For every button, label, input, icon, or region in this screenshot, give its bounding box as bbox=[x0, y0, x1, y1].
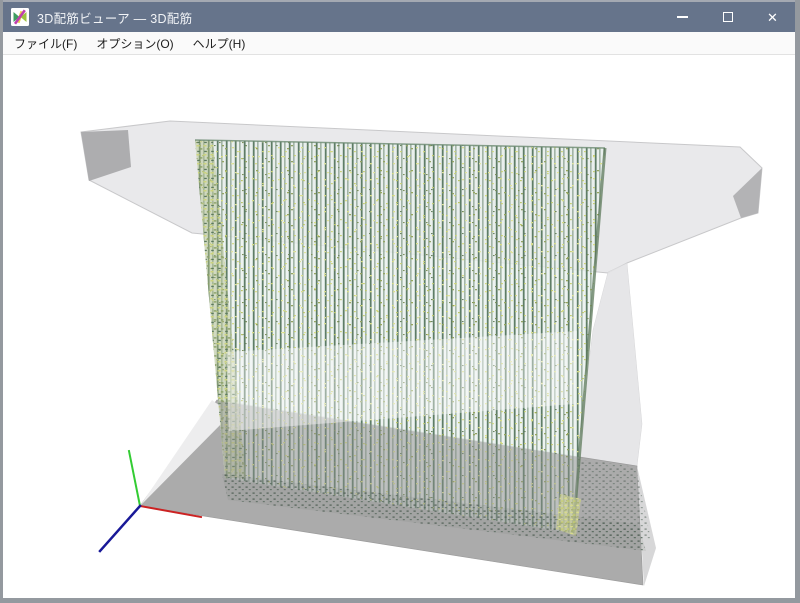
menu-bar: ファイル(F) オプション(O) ヘルプ(H) bbox=[3, 32, 795, 55]
window-title: 3D配筋ビューア — 3D配筋 bbox=[37, 11, 193, 26]
app-window: 3D配筋ビューア — 3D配筋 ✕ ファイル(F) オプション(O) ヘルプ(H… bbox=[0, 0, 800, 603]
pier-column-rebar-cage[interactable] bbox=[194, 139, 607, 534]
menu-item-file[interactable]: ファイル(F) bbox=[5, 32, 86, 55]
close-icon: ✕ bbox=[767, 9, 778, 25]
minimize-icon bbox=[677, 16, 688, 18]
menu-item-options[interactable]: オプション(O) bbox=[87, 32, 182, 55]
window-controls: ✕ bbox=[660, 2, 795, 32]
rebar-viewer-app-icon bbox=[11, 8, 29, 26]
maximize-button[interactable] bbox=[705, 2, 750, 32]
close-button[interactable]: ✕ bbox=[750, 2, 795, 32]
minimize-button[interactable] bbox=[660, 2, 705, 32]
3d-viewport[interactable] bbox=[3, 55, 795, 598]
maximize-icon bbox=[722, 12, 733, 22]
title-bar[interactable]: 3D配筋ビューア — 3D配筋 ✕ bbox=[3, 2, 795, 32]
3d-scene[interactable] bbox=[3, 55, 795, 598]
menu-item-help[interactable]: ヘルプ(H) bbox=[184, 32, 255, 55]
